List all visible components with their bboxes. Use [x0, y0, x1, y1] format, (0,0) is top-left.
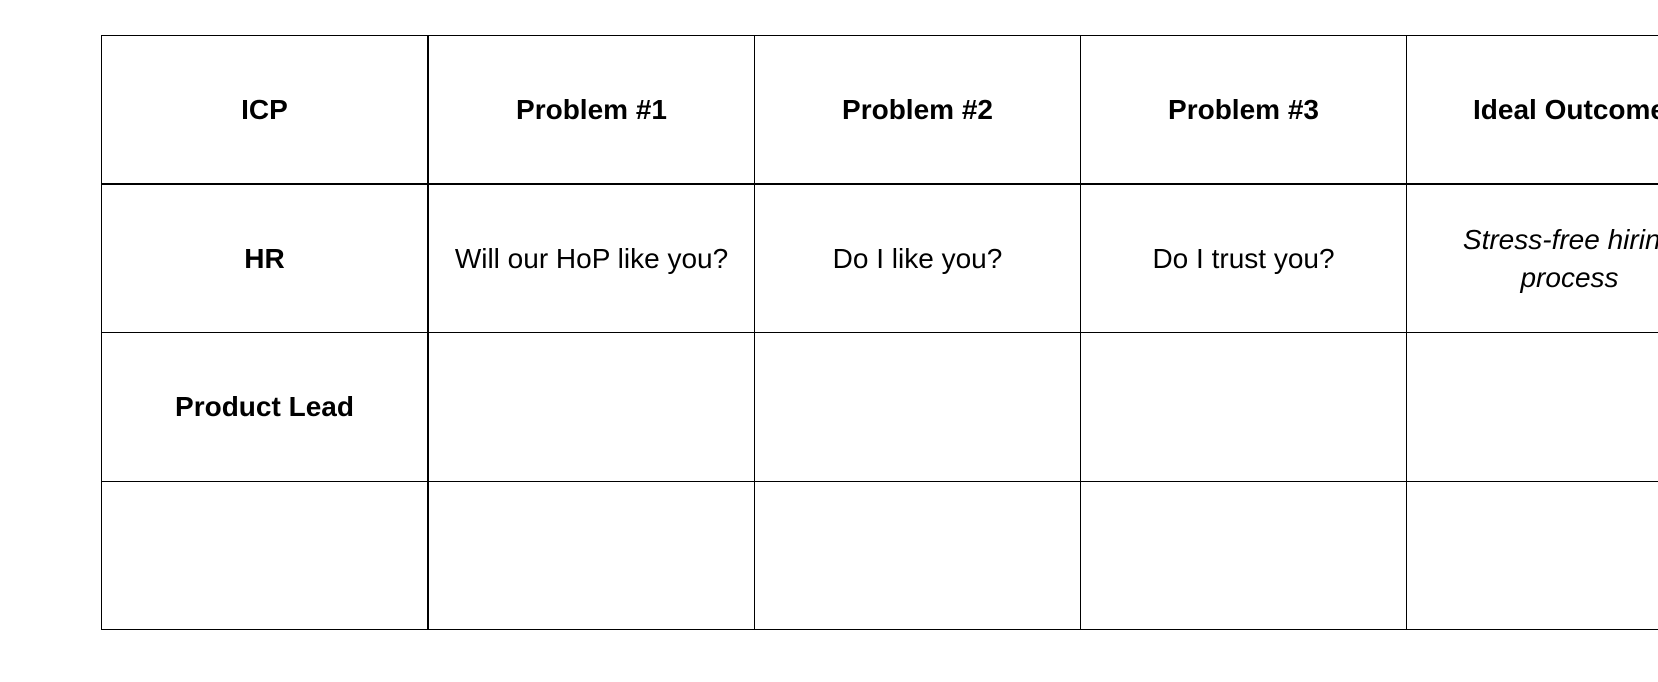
- table-header-row: ICP Problem #1 Problem #2 Problem #3 Ide…: [101, 35, 1658, 185]
- table-row: Product Lead: [101, 332, 1658, 482]
- header-problem-1: Problem #1: [427, 35, 755, 185]
- table-cell-ideal-outcome: Stress-free hiring process: [1406, 183, 1658, 333]
- icp-problem-table: ICP Problem #1 Problem #2 Problem #3 Ide…: [101, 35, 1658, 630]
- table-cell: [754, 480, 1081, 630]
- header-problem-2: Problem #2: [754, 35, 1081, 185]
- table-cell-ideal-outcome: [1406, 480, 1658, 630]
- table-row: HR Will our HoP like you? Do I like you?…: [101, 183, 1658, 333]
- row-label-hr: HR: [101, 183, 429, 333]
- table-cell: Will our HoP like you?: [427, 183, 755, 333]
- row-label-product-lead: Product Lead: [101, 332, 429, 482]
- table-cell: [427, 480, 755, 630]
- header-problem-3: Problem #3: [1080, 35, 1407, 185]
- table-cell-ideal-outcome: [1406, 332, 1658, 482]
- table-cell: [1080, 332, 1407, 482]
- header-ideal-outcome: Ideal Outcome: [1406, 35, 1658, 185]
- row-label-empty: [101, 480, 429, 630]
- table-cell: [1080, 480, 1407, 630]
- table-cell: Do I like you?: [754, 183, 1081, 333]
- table-cell: [754, 332, 1081, 482]
- table-cell: [427, 332, 755, 482]
- table-cell: Do I trust you?: [1080, 183, 1407, 333]
- table-row: [101, 480, 1658, 630]
- header-icp: ICP: [101, 35, 429, 185]
